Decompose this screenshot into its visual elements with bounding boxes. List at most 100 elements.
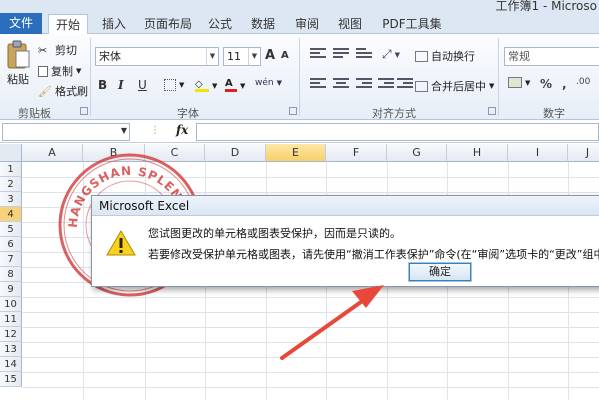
row-header[interactable]: 14 — [0, 357, 22, 372]
row-header[interactable]: 11 — [0, 312, 22, 327]
percent-style-button[interactable]: % — [540, 77, 552, 91]
alignment-launcher-icon[interactable] — [488, 107, 496, 115]
row-header[interactable]: 2 — [0, 177, 22, 192]
row-header[interactable]: 1 — [0, 162, 22, 177]
align-bottom-icon[interactable] — [356, 48, 372, 60]
tab-insert[interactable]: 插入 — [96, 14, 132, 34]
tab-home[interactable]: 开始 — [48, 14, 88, 35]
align-right-icon[interactable] — [356, 78, 372, 90]
font-size-select[interactable]: 11 ▼ — [223, 47, 261, 66]
wrap-text-icon — [415, 50, 428, 62]
font-name-select[interactable]: 宋体 ▼ — [95, 47, 219, 66]
wrap-text-label: 自动换行 — [431, 50, 475, 63]
decimal-icon: .00 — [576, 77, 591, 87]
chevron-down-icon: ▼ — [248, 48, 260, 65]
select-all-corner[interactable] — [0, 144, 22, 162]
borders-button[interactable]: ▼ — [164, 79, 184, 91]
wrap-text-button[interactable]: 自动换行 — [415, 48, 475, 64]
merge-center-button[interactable]: 合并后居中 ▼ — [415, 78, 494, 94]
format-painter-label: 格式刷 — [55, 85, 88, 98]
underline-button[interactable]: U — [138, 78, 147, 92]
copy-button[interactable]: 复制 ▼ — [38, 63, 81, 79]
separator — [90, 38, 91, 116]
orientation-button[interactable]: ⤢ ▼ — [382, 47, 400, 62]
gridline — [22, 357, 599, 358]
row-header[interactable]: 5 — [0, 222, 22, 237]
row-header[interactable]: 10 — [0, 297, 22, 312]
cut-label: 剪切 — [55, 44, 77, 57]
column-header-f[interactable]: F — [326, 144, 387, 162]
merge-icon — [415, 80, 428, 92]
clipboard-group-label: 剪贴板 — [18, 107, 51, 120]
column-header-g[interactable]: G — [387, 144, 447, 162]
copy-dropdown-icon[interactable]: ▼ — [76, 67, 81, 75]
formula-bar-grip: ⋮ — [150, 125, 160, 136]
row-header[interactable]: 13 — [0, 342, 22, 357]
chevron-down-icon: ▼ — [120, 126, 127, 135]
phonetic-button[interactable]: wén ▼ — [255, 78, 282, 88]
increase-indent-icon[interactable] — [397, 78, 413, 90]
row-header[interactable]: 7 — [0, 252, 22, 267]
percent-icon: % — [540, 77, 553, 91]
gridline — [22, 387, 599, 388]
protected-cell-alert-dialog: Microsoft Excel 您试图更改的单元格或图表受保护，因而是只读的。 … — [91, 195, 599, 287]
tab-file[interactable]: 文件 — [0, 13, 42, 34]
currency-icon — [508, 77, 522, 88]
ok-button[interactable]: 确定 — [408, 262, 472, 282]
italic-button[interactable]: I — [118, 78, 124, 92]
font-color-button[interactable]: A ▼ — [225, 79, 245, 92]
comma-style-button[interactable]: , — [562, 77, 567, 91]
font-group-label: 字体 — [177, 107, 199, 120]
tab-formulas[interactable]: 公式 — [202, 14, 238, 34]
row-header[interactable]: 4 — [0, 207, 22, 222]
format-painter-button[interactable]: 🖌 格式刷 — [38, 83, 88, 99]
column-header-j[interactable]: J — [568, 144, 599, 162]
align-middle-icon[interactable] — [333, 48, 349, 60]
merge-dropdown-icon[interactable]: ▼ — [489, 82, 494, 90]
column-header-i[interactable]: I — [508, 144, 568, 162]
font-launcher-icon[interactable] — [289, 107, 297, 115]
decrease-indent-icon[interactable] — [378, 78, 394, 90]
clipboard-launcher-icon[interactable] — [80, 107, 88, 115]
align-left-icon[interactable] — [310, 78, 326, 90]
formula-input[interactable] — [196, 123, 599, 141]
align-center-icon[interactable] — [333, 78, 349, 90]
row-header[interactable]: 9 — [0, 282, 22, 297]
column-header-e[interactable]: E — [266, 144, 326, 162]
row-header[interactable]: 3 — [0, 192, 22, 207]
font-size-value: 11 — [227, 50, 241, 63]
tab-page-layout[interactable]: 页面布局 — [140, 14, 196, 34]
phonetic-label: wén — [255, 78, 274, 88]
warning-icon — [106, 230, 136, 256]
tab-pdf-tools[interactable]: PDF工具集 — [376, 14, 448, 34]
accounting-format-button[interactable]: ▼ — [508, 77, 530, 88]
row-header[interactable]: 6 — [0, 237, 22, 252]
increase-decimal-button[interactable]: .00 — [576, 77, 590, 87]
copy-label: 复制 — [51, 65, 73, 78]
name-box[interactable]: ▼ — [2, 123, 130, 141]
column-header-h[interactable]: H — [447, 144, 508, 162]
bold-button[interactable]: B — [98, 78, 107, 92]
tab-data[interactable]: 数据 — [245, 14, 281, 34]
ribbon: 粘贴 ✂ 剪切 复制 ▼ 🖌 格式刷 剪贴板 宋体 ▼ 11 ▼ A A B I… — [0, 34, 599, 120]
grow-font-button[interactable]: A — [265, 48, 275, 63]
scissors-icon: ✂ — [38, 44, 48, 57]
paste-icon — [7, 40, 30, 69]
cut-button[interactable]: ✂ 剪切 — [38, 42, 77, 58]
align-top-icon[interactable] — [310, 48, 326, 60]
paste-button[interactable]: 粘贴 — [5, 40, 31, 87]
shrink-font-button[interactable]: A — [281, 50, 289, 61]
row-header[interactable]: 12 — [0, 327, 22, 342]
dialog-title: Microsoft Excel — [92, 196, 599, 216]
fill-color-button[interactable]: ◇ ▼ — [195, 79, 217, 92]
orientation-icon: ⤢ — [382, 47, 392, 61]
font-color-icon: A — [225, 79, 237, 92]
chevron-down-icon: ▼ — [206, 48, 218, 65]
row-header[interactable]: 15 — [0, 372, 22, 387]
insert-function-button[interactable]: fx — [176, 123, 188, 137]
row-header[interactable]: 8 — [0, 267, 22, 282]
number-format-select[interactable]: 常规 — [504, 47, 599, 66]
tab-view[interactable]: 视图 — [332, 14, 368, 34]
tab-review[interactable]: 审阅 — [289, 14, 325, 34]
column-header-d[interactable]: D — [205, 144, 266, 162]
